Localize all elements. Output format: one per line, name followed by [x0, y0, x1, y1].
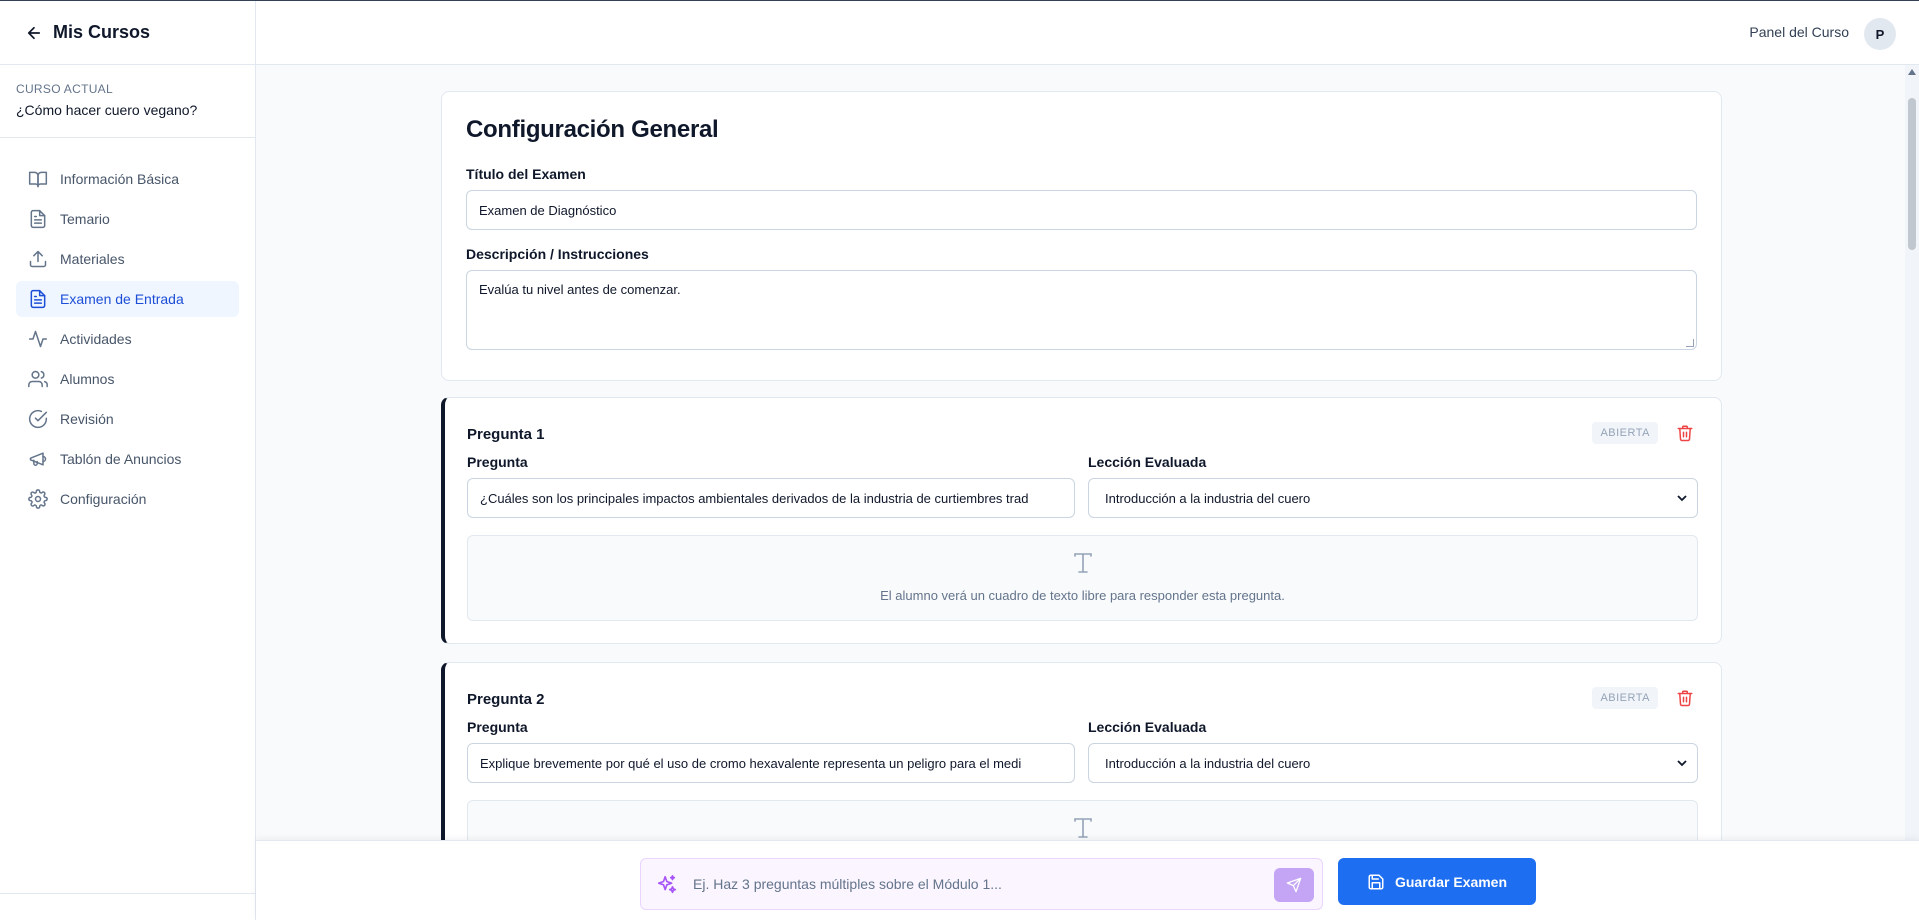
sidebar-item-label: Configuración: [60, 491, 147, 507]
chevron-down-icon: [1677, 760, 1687, 767]
resize-handle[interactable]: [1686, 339, 1694, 347]
exam-title-label: Título del Examen: [466, 166, 586, 182]
course-panel-link[interactable]: Panel del Curso: [1749, 24, 1849, 40]
description-text: Evalúa tu nivel antes de comenzar.: [479, 282, 681, 297]
text-type-icon: [1073, 553, 1092, 573]
sidebar-item-label: Revisión: [60, 411, 114, 427]
top-bar: Panel del Curso P: [256, 1, 1919, 65]
back-to-courses-link[interactable]: Mis Cursos: [53, 22, 150, 43]
sidebar-item-materiales[interactable]: Materiales: [16, 241, 239, 277]
arrow-left-icon[interactable]: [25, 24, 43, 42]
question-input[interactable]: ¿Cuáles son los principales impactos amb…: [467, 478, 1075, 518]
general-config-card: Configuración General Título del Examen …: [441, 91, 1722, 381]
sparkles-icon: [657, 875, 677, 894]
sidebar-item-configuracion[interactable]: Configuración: [16, 481, 239, 517]
text-type-icon: [1073, 818, 1092, 838]
main-content: Configuración General Título del Examen …: [256, 65, 1919, 840]
sidebar-item-revision[interactable]: Revisión: [16, 401, 239, 437]
activity-icon: [28, 330, 48, 348]
sidebar-item-tablon-de-anuncios[interactable]: Tablón de Anuncios: [16, 441, 239, 477]
save-exam-button[interactable]: Guardar Examen: [1338, 858, 1536, 905]
open-answer-preview: [467, 800, 1698, 840]
sidebar-item-temario[interactable]: Temario: [16, 201, 239, 237]
question-card: Pregunta 1 ABIERTA Pregunta ¿Cuáles son …: [441, 397, 1722, 644]
sidebar: Mis Cursos CURSO ACTUAL ¿Cómo hacer cuer…: [0, 1, 256, 920]
sidebar-header[interactable]: Mis Cursos: [0, 1, 255, 65]
sidebar-nav: Información Básica Temario Materiales Ex…: [16, 161, 239, 521]
sidebar-item-label: Información Básica: [60, 171, 180, 187]
section-title: Configuración General: [466, 116, 719, 143]
sidebar-item-label: Temario: [60, 211, 110, 227]
file-text-icon: [30, 289, 46, 309]
book-open-icon: [28, 171, 48, 188]
users-icon: [28, 370, 48, 388]
upload-icon: [29, 250, 47, 268]
sidebar-item-examen-de-entrada[interactable]: Examen de Entrada: [16, 281, 239, 317]
current-course-name: ¿Cómo hacer cuero vegano?: [16, 102, 198, 118]
lesson-select[interactable]: Introducción a la industria del cuero: [1088, 743, 1698, 783]
trash-icon[interactable]: [1676, 689, 1694, 707]
file-text-icon: [30, 209, 46, 229]
question-label: Pregunta: [467, 454, 528, 470]
current-course-label: CURSO ACTUAL: [16, 82, 113, 96]
sidebar-item-label: Actividades: [60, 331, 132, 347]
lesson-select[interactable]: Introducción a la industria del cuero: [1088, 478, 1698, 518]
check-circle-icon: [28, 409, 48, 428]
ai-prompt-input[interactable]: Ej. Haz 3 preguntas múltiples sobre el M…: [640, 858, 1323, 910]
question-input[interactable]: Explique brevemente por qué el uso de cr…: [467, 743, 1075, 783]
sidebar-item-label: Alumnos: [60, 371, 115, 387]
gear-icon: [28, 489, 48, 509]
save-exam-label: Guardar Examen: [1394, 873, 1508, 890]
bottom-action-bar: Ej. Haz 3 preguntas múltiples sobre el M…: [256, 840, 1919, 920]
avatar[interactable]: P: [1864, 18, 1896, 50]
lesson-select-value: Introducción a la industria del cuero: [1105, 490, 1311, 506]
exam-title-input[interactable]: Examen de Diagnóstico: [466, 190, 1697, 230]
sidebar-item-informacion-basica[interactable]: Información Básica: [16, 161, 239, 197]
question-title: Pregunta 1: [467, 426, 545, 443]
main-scrollbar[interactable]: [1905, 65, 1919, 840]
sidebar-item-label: Examen de Entrada: [60, 291, 184, 307]
question-type-badge: ABIERTA: [1592, 422, 1658, 444]
description-textarea[interactable]: Evalúa tu nivel antes de comenzar.: [466, 270, 1697, 350]
megaphone-icon: [29, 452, 47, 466]
ai-prompt-placeholder: Ej. Haz 3 preguntas múltiples sobre el M…: [693, 876, 1002, 892]
send-button[interactable]: [1274, 868, 1314, 902]
question-type-badge: ABIERTA: [1592, 687, 1658, 709]
send-icon: [1286, 877, 1302, 893]
question-title: Pregunta 2: [467, 691, 545, 708]
open-answer-hint: El alumno verá un cuadro de texto libre …: [880, 588, 1285, 603]
sidebar-footer: [0, 893, 255, 920]
lesson-label: Lección Evaluada: [1088, 454, 1207, 470]
open-answer-preview: El alumno verá un cuadro de texto libre …: [467, 535, 1698, 621]
sidebar-item-alumnos[interactable]: Alumnos: [16, 361, 239, 397]
chevron-down-icon: [1677, 495, 1687, 502]
save-icon: [1368, 874, 1384, 889]
sidebar-item-label: Tablón de Anuncios: [60, 451, 182, 467]
sidebar-item-label: Materiales: [60, 251, 125, 267]
scrollbar-thumb[interactable]: [1908, 98, 1916, 250]
lesson-label: Lección Evaluada: [1088, 719, 1207, 735]
scroll-up-arrow-icon[interactable]: [1908, 69, 1916, 75]
trash-icon[interactable]: [1676, 424, 1694, 442]
description-label: Descripción / Instrucciones: [466, 246, 649, 262]
current-course: CURSO ACTUAL ¿Cómo hacer cuero vegano?: [0, 65, 255, 138]
question-label: Pregunta: [467, 719, 528, 735]
question-card: Pregunta 2 ABIERTA Pregunta Explique bre…: [441, 662, 1722, 840]
lesson-select-value: Introducción a la industria del cuero: [1105, 755, 1311, 771]
sidebar-item-actividades[interactable]: Actividades: [16, 321, 239, 357]
